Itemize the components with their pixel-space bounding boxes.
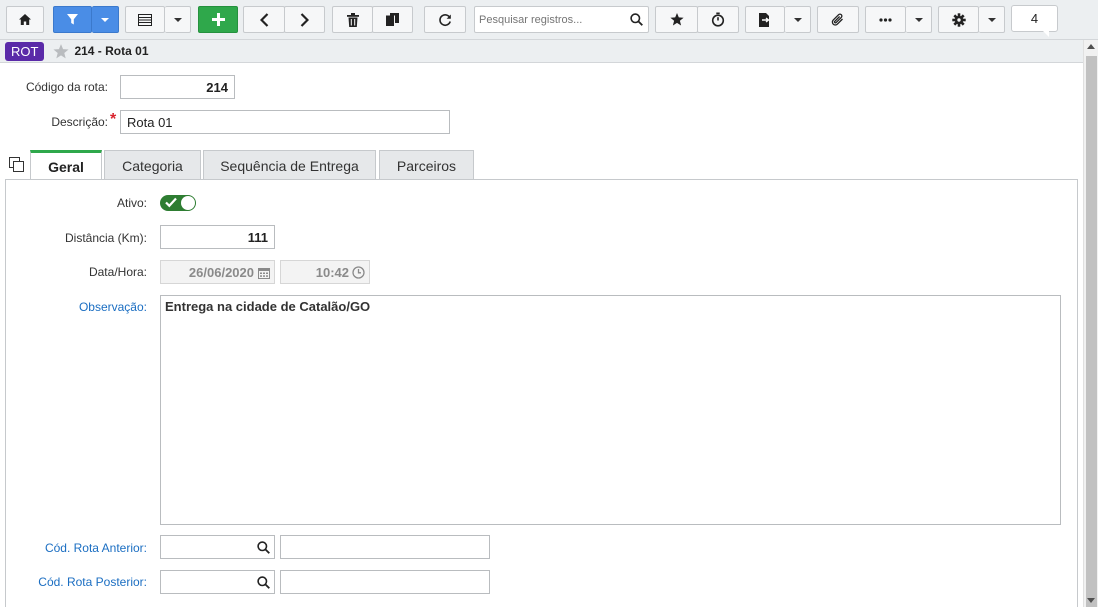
hora-field: 10:42 <box>280 260 370 284</box>
timer-button[interactable] <box>697 6 739 33</box>
settings-button[interactable] <box>938 6 979 33</box>
duplicate-button[interactable] <box>372 6 413 33</box>
record-titlebar: ROT 214 - Rota 01 <box>0 40 1083 63</box>
refresh-icon <box>439 13 451 26</box>
observacao-label: Observação: <box>78 300 147 314</box>
scroll-up-icon[interactable] <box>1087 44 1095 49</box>
favorite-button[interactable] <box>655 6 698 33</box>
export-dropdown-button[interactable] <box>785 6 811 33</box>
search-icon[interactable] <box>630 13 643 26</box>
required-asterisk: * <box>110 111 117 128</box>
file-export-icon <box>759 12 770 27</box>
search-input[interactable] <box>475 7 625 32</box>
datahora-label: Data/Hora: <box>88 265 147 279</box>
refresh-button[interactable] <box>424 6 466 33</box>
settings-dropdown-button[interactable] <box>979 6 1005 33</box>
descricao-field[interactable]: Rota 01 <box>120 110 450 134</box>
filter-button[interactable] <box>53 6 92 33</box>
entity-badge: ROT <box>5 41 45 61</box>
chevron-right-icon <box>300 12 309 27</box>
home-button[interactable] <box>6 6 44 33</box>
export-button[interactable] <box>745 6 785 33</box>
clock-icon <box>352 266 365 279</box>
hora-value: 10:42 <box>315 264 349 280</box>
home-icon <box>19 14 31 25</box>
tab-categoria[interactable]: Categoria <box>104 150 201 180</box>
rota-posterior-label: Cód. Rota Posterior: <box>38 575 147 589</box>
tab-sequencia-entrega[interactable]: Sequência de Entrega <box>203 150 376 180</box>
tab-geral[interactable]: Geral <box>30 150 102 181</box>
descricao-label: Descrição: <box>51 115 108 129</box>
filter-dropdown-button[interactable] <box>92 6 119 33</box>
rota-anterior-description-field[interactable] <box>280 535 490 559</box>
vertical-scrollbar[interactable] <box>1083 40 1098 607</box>
chevron-left-icon <box>259 12 268 27</box>
add-record-button[interactable] <box>198 6 238 33</box>
delete-button[interactable] <box>332 6 373 33</box>
scroll-thumb[interactable] <box>1086 56 1097 607</box>
previous-record-button[interactable] <box>243 6 285 33</box>
observacao-textarea[interactable]: Entrega na cidade de Catalão/GO <box>160 295 1061 525</box>
rota-anterior-label: Cód. Rota Anterior: <box>44 541 147 555</box>
chevron-down-icon <box>173 17 182 22</box>
filter-icon <box>67 14 78 25</box>
toolbar: 4 <box>0 0 1098 40</box>
star-icon <box>669 13 684 26</box>
more-dots-icon <box>879 17 892 22</box>
chevron-down-icon <box>793 17 802 22</box>
trash-icon <box>346 12 359 27</box>
distancia-label: Distância (Km): <box>64 231 147 245</box>
duplicate-tabs-icon[interactable] <box>9 157 24 172</box>
paperclip-icon <box>831 13 843 26</box>
ativo-toggle[interactable] <box>160 195 196 211</box>
search-box <box>474 6 649 33</box>
toggle-knob <box>181 196 195 210</box>
ativo-label: Ativo: <box>116 196 147 210</box>
list-view-button[interactable] <box>125 6 165 33</box>
codigo-label: Código da rota: <box>25 80 108 94</box>
chevron-down-icon <box>914 17 923 22</box>
page-title: 214 - Rota 01 <box>74 44 149 58</box>
rota-anterior-code-field[interactable] <box>160 535 275 559</box>
codigo-field[interactable]: 214 <box>120 75 235 99</box>
chevron-down-icon <box>987 17 996 22</box>
search-icon[interactable] <box>257 576 270 589</box>
more-options-dropdown-button[interactable] <box>906 6 932 33</box>
next-record-button[interactable] <box>284 6 325 33</box>
record-count-badge: 4 <box>1011 5 1058 37</box>
gear-icon <box>951 12 966 27</box>
scroll-down-icon[interactable] <box>1087 598 1095 603</box>
more-options-button[interactable] <box>865 6 906 33</box>
attach-button[interactable] <box>817 6 859 33</box>
list-icon <box>138 13 152 26</box>
stopwatch-icon <box>711 12 725 27</box>
rota-posterior-description-field[interactable] <box>280 570 490 594</box>
distancia-field[interactable]: 111 <box>160 225 275 249</box>
favorite-star-icon[interactable] <box>53 43 69 59</box>
copy-icon <box>386 13 399 26</box>
rota-posterior-code-field[interactable] <box>160 570 275 594</box>
list-view-dropdown-button[interactable] <box>165 6 191 33</box>
data-value: 26/06/2020 <box>188 264 254 280</box>
search-icon[interactable] <box>257 541 270 554</box>
plus-icon <box>211 13 225 26</box>
tab-parceiros[interactable]: Parceiros <box>379 150 474 180</box>
chevron-down-icon <box>101 17 109 22</box>
check-icon <box>165 197 177 208</box>
data-field: 26/06/2020 <box>160 260 275 284</box>
calendar-icon <box>258 268 270 279</box>
